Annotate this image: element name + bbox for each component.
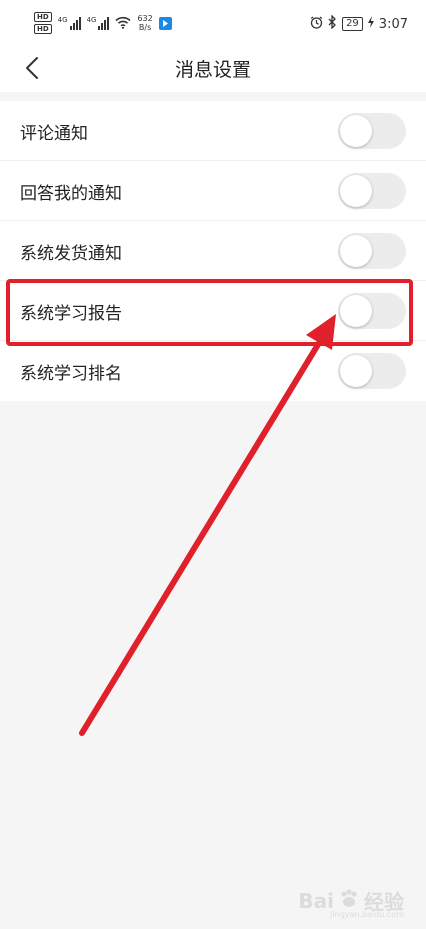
- toggle-knob: [340, 295, 372, 327]
- bluetooth-icon: [328, 14, 337, 33]
- setting-row-learning-report: 系统学习报告: [0, 281, 426, 341]
- status-left: HD HD 4G 4G 632 B/s: [34, 12, 172, 34]
- setting-label: 系统学习排名: [20, 364, 122, 384]
- charging-icon: [367, 16, 374, 32]
- watermark-text: Bai: [298, 888, 334, 913]
- setting-label: 评论通知: [20, 124, 88, 144]
- header-bar: 消息设置: [0, 44, 426, 92]
- hd-indicators: HD HD: [34, 12, 52, 34]
- status-time: 3:07: [378, 16, 408, 32]
- toggle-knob: [340, 115, 372, 147]
- page-title: 消息设置: [174, 59, 251, 81]
- status-bar: HD HD 4G 4G 632 B/s 29 3:07: [0, 0, 426, 44]
- net-speed-unit: B/s: [138, 23, 152, 32]
- learning-ranking-toggle[interactable]: [338, 353, 406, 389]
- signal-2-tag: 4G: [86, 16, 97, 24]
- learning-report-toggle[interactable]: [338, 293, 406, 329]
- setting-label: 系统发货通知: [20, 244, 122, 264]
- status-right: 29 3:07: [310, 14, 408, 33]
- signal-icon-2: 4G: [87, 16, 110, 30]
- net-speed: 632 B/s: [137, 14, 152, 32]
- hd-badge-2: HD: [34, 24, 52, 34]
- comment-notify-toggle[interactable]: [338, 113, 406, 149]
- toggle-knob: [340, 235, 372, 267]
- watermark: Bai 经验 jingyan.baidu.com: [298, 886, 404, 920]
- shipping-notify-toggle[interactable]: [338, 233, 406, 269]
- settings-list: 评论通知 回答我的通知 系统发货通知 系统学习报告 系统学习排名: [0, 101, 426, 401]
- setting-row-learning-ranking: 系统学习排名: [0, 341, 426, 401]
- setting-row-answer-notify: 回答我的通知: [0, 161, 426, 221]
- setting-row-shipping-notify: 系统发货通知: [0, 221, 426, 281]
- app-notification-icon: [158, 16, 172, 30]
- alarm-icon: [310, 16, 323, 33]
- toggle-knob: [340, 175, 372, 207]
- net-speed-value: 632: [137, 14, 153, 23]
- signal-1-tag: 4G: [57, 16, 68, 24]
- signal-icon-1: 4G: [58, 16, 81, 30]
- setting-label: 回答我的通知: [20, 184, 122, 204]
- battery-indicator: 29: [342, 17, 363, 31]
- toggle-knob: [340, 355, 372, 387]
- answer-notify-toggle[interactable]: [338, 173, 406, 209]
- setting-label: 系统学习报告: [20, 304, 122, 324]
- hd-badge-1: HD: [34, 12, 52, 22]
- setting-row-comment-notify: 评论通知: [0, 101, 426, 161]
- watermark-sub: jingyan.baidu.com: [330, 910, 404, 919]
- wifi-icon: [115, 14, 132, 33]
